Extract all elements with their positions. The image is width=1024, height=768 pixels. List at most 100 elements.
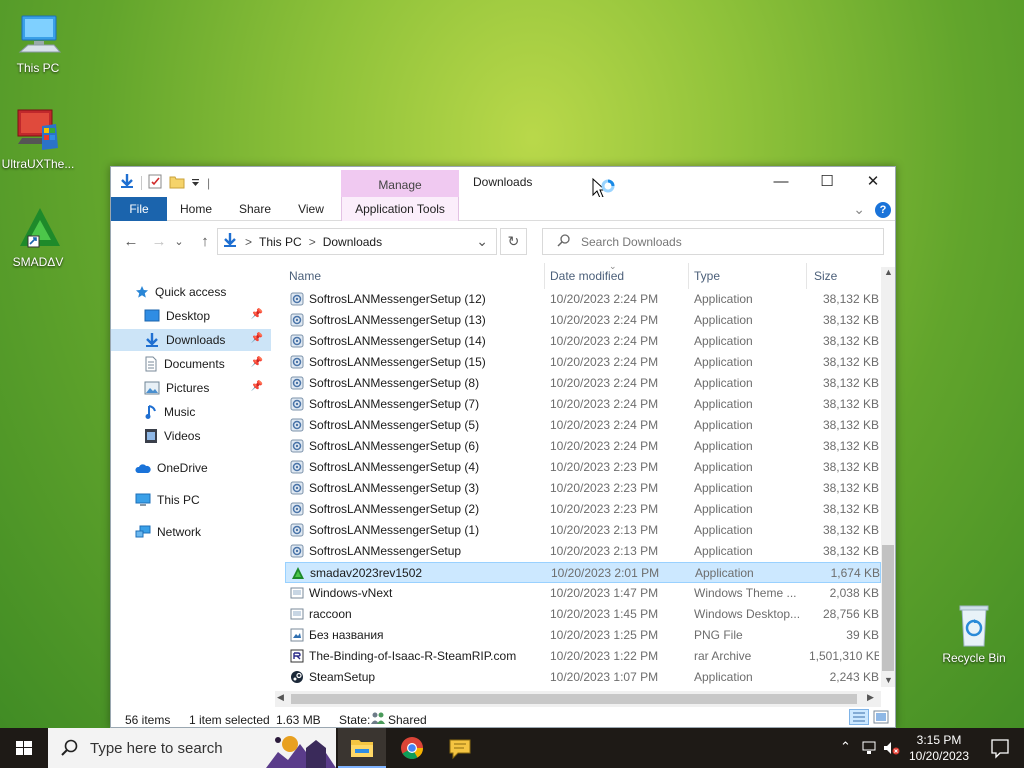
- file-name: SteamSetup: [309, 670, 376, 684]
- column-divider[interactable]: [806, 263, 807, 289]
- file-row[interactable]: SoftrosLANMessengerSetup 10/20/2023 2:13 …: [285, 541, 881, 562]
- column-header-date[interactable]: Date modified: [550, 269, 624, 283]
- pin-icon[interactable]: 📌: [251, 309, 263, 320]
- minimize-button[interactable]: —: [758, 167, 804, 197]
- pin-icon[interactable]: 📌: [251, 333, 263, 344]
- desktop-icon-smadav[interactable]: SMADΔV: [0, 206, 76, 269]
- file-name: SoftrosLANMessengerSetup: [309, 544, 462, 558]
- taskbar-chrome[interactable]: [388, 728, 436, 768]
- properties-icon[interactable]: [148, 174, 163, 192]
- file-list: Name ⌄ Date modified Type Size SoftrosLA…: [285, 261, 897, 688]
- file-row[interactable]: SoftrosLANMessengerSetup (5) 10/20/2023 2…: [285, 415, 881, 436]
- file-row[interactable]: The-Binding-of-Isaac-R-SteamRIP.com 10/20…: [285, 646, 881, 667]
- vertical-scroll-thumb[interactable]: [882, 545, 894, 671]
- file-name: SoftrosLANMessengerSetup (1): [309, 523, 480, 537]
- file-row[interactable]: SteamSetup 10/20/2023 1:07 PM Application 2…: [285, 667, 881, 688]
- nav-this-pc[interactable]: This PC: [135, 489, 275, 511]
- network-icon[interactable]: [862, 740, 878, 756]
- file-row[interactable]: SoftrosLANMessengerSetup (2) 10/20/2023 2…: [285, 499, 881, 520]
- file-row[interactable]: SoftrosLANMessengerSetup (1) 10/20/2023 2…: [285, 520, 881, 541]
- close-button[interactable]: ✕: [850, 167, 896, 197]
- scroll-right-icon[interactable]: ▶: [867, 692, 874, 703]
- file-row[interactable]: raccoon 10/20/2023 1:45 PM Windows Desktop…: [285, 604, 881, 625]
- nav-onedrive[interactable]: OneDrive: [135, 457, 275, 479]
- column-divider[interactable]: [544, 263, 545, 289]
- taskbar-file-explorer[interactable]: [338, 728, 386, 768]
- column-header-size[interactable]: Size: [814, 269, 837, 283]
- file-row[interactable]: SoftrosLANMessengerSetup (6) 10/20/2023 2…: [285, 436, 881, 457]
- pin-icon[interactable]: 📌: [251, 381, 263, 392]
- nav-music[interactable]: Music: [111, 401, 271, 423]
- desktop-icon-ultrauxtheme[interactable]: UltraUXThe...: [0, 108, 76, 171]
- selection-count: 1 item selected: [189, 713, 270, 727]
- qat-customize-icon[interactable]: [191, 176, 201, 190]
- address-bar[interactable]: > This PC > Downloads ⌄: [217, 228, 497, 255]
- file-type: rar Archive: [694, 649, 752, 663]
- desktop-icon-recycle-bin[interactable]: Recycle Bin: [936, 602, 1012, 665]
- large-icons-view-icon[interactable]: [873, 709, 889, 728]
- taskbar-messenger[interactable]: [436, 728, 484, 768]
- tab-share[interactable]: Share: [231, 197, 279, 221]
- up-button[interactable]: ↑: [195, 233, 215, 251]
- taskbar-clock[interactable]: 3:15 PM 10/20/2023: [900, 732, 978, 764]
- vertical-scrollbar[interactable]: ▲ ▼: [881, 267, 895, 687]
- nav-downloads[interactable]: Downloads 📌: [111, 329, 271, 351]
- nav-documents[interactable]: Documents 📌: [111, 353, 271, 375]
- horizontal-scroll-thumb[interactable]: [291, 694, 857, 704]
- file-row[interactable]: SoftrosLANMessengerSetup (3) 10/20/2023 2…: [285, 478, 881, 499]
- nav-desktop[interactable]: Desktop 📌: [111, 305, 271, 327]
- file-type: Application: [694, 460, 753, 474]
- file-name: SoftrosLANMessengerSetup (14): [309, 334, 486, 348]
- file-name: SoftrosLANMessengerSetup (2): [309, 502, 480, 516]
- tab-application-tools[interactable]: Application Tools: [341, 197, 459, 221]
- show-hidden-icons-icon[interactable]: ⌃: [840, 739, 851, 755]
- tab-file[interactable]: File: [111, 197, 167, 221]
- file-row[interactable]: SoftrosLANMessengerSetup (4) 10/20/2023 2…: [285, 457, 881, 478]
- new-folder-icon[interactable]: [169, 174, 185, 192]
- column-header-type[interactable]: Type: [694, 269, 720, 283]
- search-box[interactable]: Search Downloads: [542, 228, 884, 255]
- action-center-button[interactable]: [976, 728, 1024, 768]
- nav-network[interactable]: Network: [135, 521, 275, 543]
- taskbar-search[interactable]: Type here to search: [48, 728, 336, 768]
- desktop-icon-this-pc[interactable]: This PC: [0, 12, 76, 75]
- expand-ribbon-icon[interactable]: ⌄: [853, 201, 865, 218]
- refresh-button[interactable]: ↻: [500, 228, 527, 255]
- pin-icon[interactable]: 📌: [251, 357, 263, 368]
- maximize-button[interactable]: ☐: [804, 167, 850, 197]
- scroll-up-icon[interactable]: ▲: [884, 267, 893, 277]
- file-row[interactable]: Без названия 10/20/2023 1:25 PM PNG File 39…: [285, 625, 881, 646]
- taskbar-search-input[interactable]: Type here to search: [90, 740, 223, 757]
- file-row[interactable]: smadav2023rev1502 10/20/2023 2:01 PM Appli…: [285, 562, 881, 583]
- manage-contextual-tab[interactable]: Manage: [341, 170, 459, 197]
- search-input[interactable]: Search Downloads: [581, 235, 682, 249]
- help-icon[interactable]: ?: [875, 201, 891, 218]
- back-button[interactable]: ←: [121, 233, 141, 251]
- file-row[interactable]: SoftrosLANMessengerSetup (14) 10/20/2023 …: [285, 331, 881, 352]
- file-row[interactable]: SoftrosLANMessengerSetup (13) 10/20/2023 …: [285, 310, 881, 331]
- breadcrumb-this-pc[interactable]: This PC: [259, 235, 302, 249]
- file-row[interactable]: Windows-vNext 10/20/2023 1:47 PM Windows T…: [285, 583, 881, 604]
- nav-pictures[interactable]: Pictures 📌: [111, 377, 271, 399]
- recent-locations-button[interactable]: ⌄: [173, 233, 185, 251]
- nav-videos[interactable]: Videos: [111, 425, 271, 447]
- breadcrumb-downloads[interactable]: Downloads: [323, 235, 382, 249]
- file-row[interactable]: SoftrosLANMessengerSetup (7) 10/20/2023 2…: [285, 394, 881, 415]
- nav-quick-access[interactable]: Quick access: [135, 281, 275, 303]
- column-header-name[interactable]: Name: [289, 269, 321, 283]
- file-row[interactable]: SoftrosLANMessengerSetup (8) 10/20/2023 2…: [285, 373, 881, 394]
- volume-muted-icon[interactable]: [882, 740, 900, 756]
- tab-home[interactable]: Home: [171, 197, 221, 221]
- address-dropdown-icon[interactable]: ⌄: [476, 233, 488, 250]
- column-divider[interactable]: [688, 263, 689, 289]
- scroll-left-icon[interactable]: ◀: [277, 692, 284, 703]
- scroll-down-icon[interactable]: ▼: [884, 675, 893, 685]
- details-view-icon[interactable]: [849, 709, 869, 728]
- tab-view[interactable]: View: [289, 197, 333, 221]
- horizontal-scrollbar[interactable]: ◀ ▶: [275, 691, 881, 707]
- title-bar[interactable]: | Manage Downloads — ☐ ✕: [111, 167, 896, 199]
- file-row[interactable]: SoftrosLANMessengerSetup (12) 10/20/2023 …: [285, 289, 881, 310]
- file-row[interactable]: SoftrosLANMessengerSetup (15) 10/20/2023 …: [285, 352, 881, 373]
- start-button[interactable]: [0, 728, 48, 768]
- forward-button[interactable]: →: [149, 233, 169, 251]
